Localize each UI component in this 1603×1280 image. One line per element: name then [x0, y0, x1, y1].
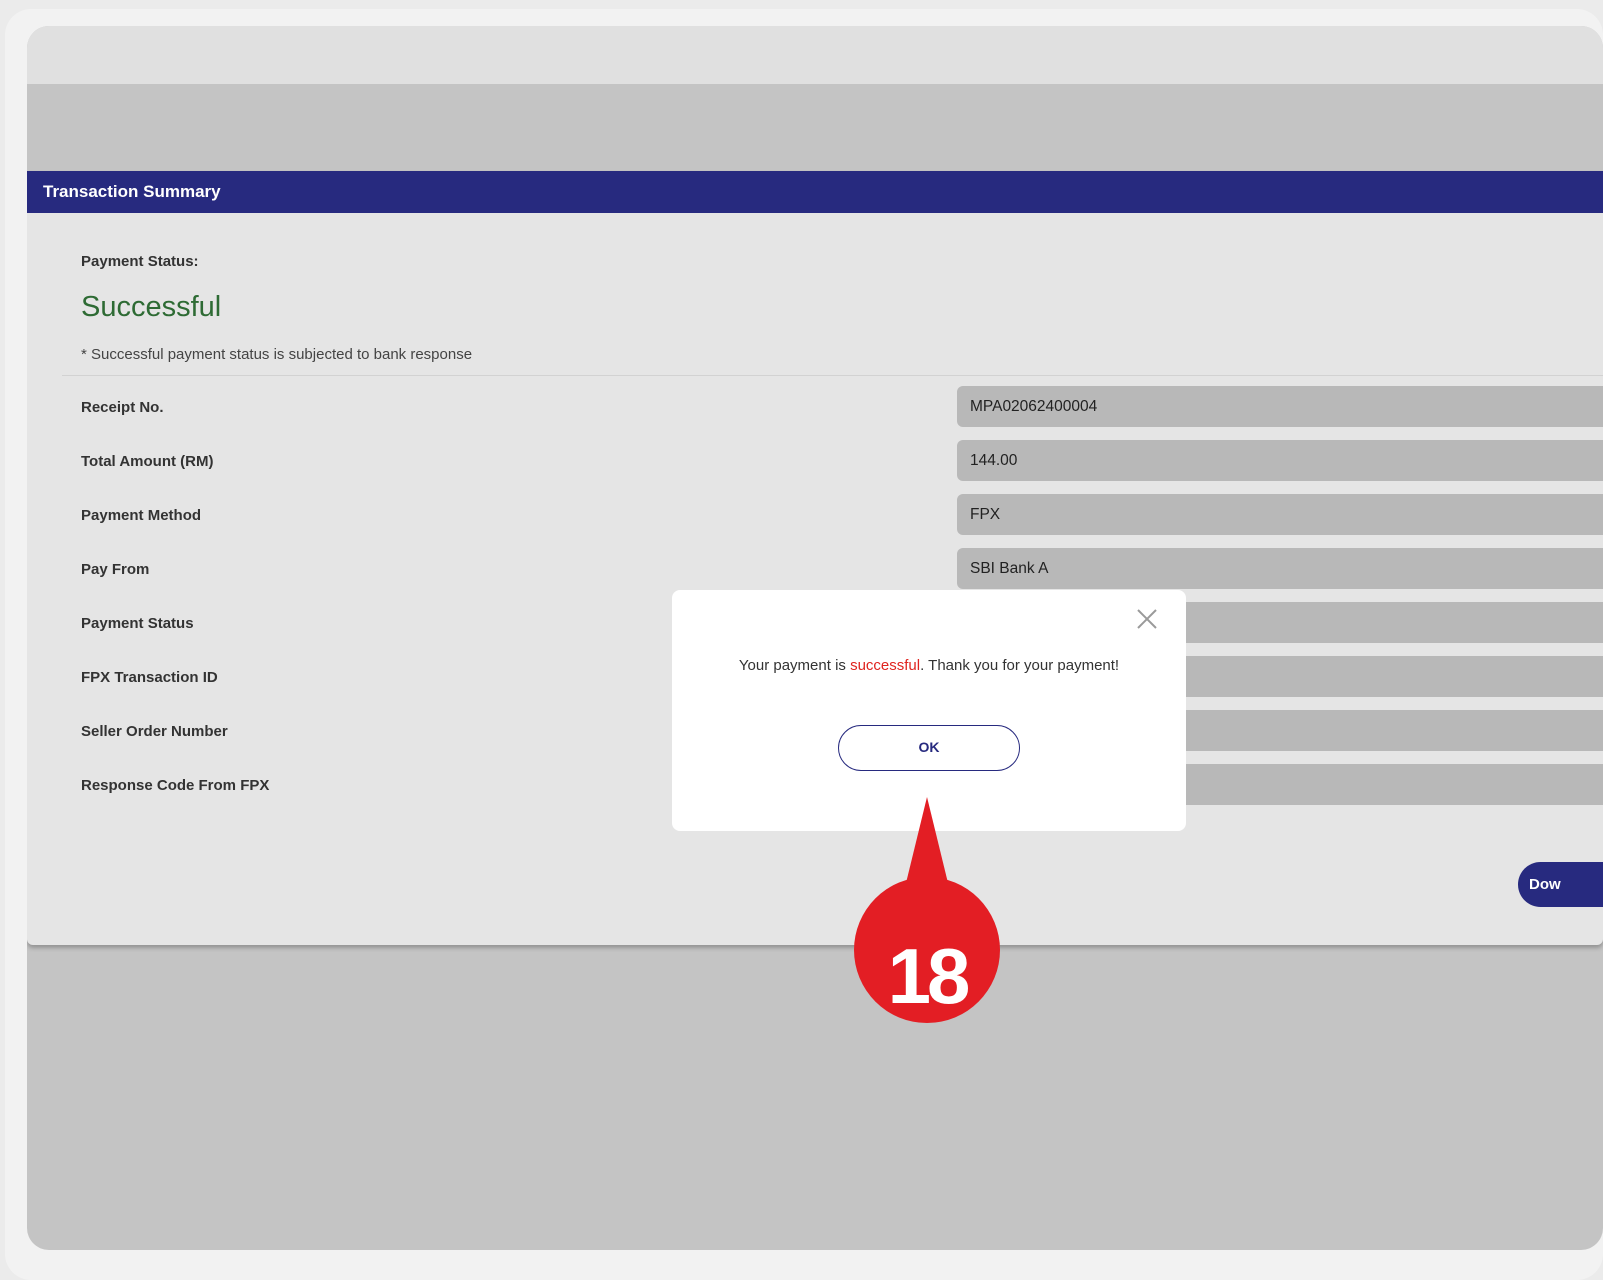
receipt-no-label: Receipt No.	[81, 399, 164, 416]
response-code-label: Response Code From FPX	[81, 777, 270, 794]
top-bar	[27, 26, 1603, 84]
ok-button[interactable]: OK	[838, 725, 1020, 771]
message-suffix: . Thank you for your payment!	[920, 657, 1120, 674]
payment-status-note: * Successful payment status is subjected…	[81, 346, 473, 363]
step-callout: 18	[850, 795, 1004, 1027]
message-highlight: successful	[850, 657, 921, 674]
payment-status-caption: Payment Status:	[81, 253, 199, 270]
payment-status-value: Successful	[81, 291, 222, 323]
message-prefix: Your payment is	[738, 657, 851, 674]
pay-from-label: Pay From	[81, 561, 150, 578]
fpx-transaction-id-label: FPX Transaction ID	[81, 669, 218, 686]
card-title: Transaction Summary	[43, 182, 221, 201]
payment-method-label: Payment Method	[81, 507, 202, 524]
step-number: 18	[887, 932, 971, 1020]
payment-status-label: Payment Status	[81, 615, 194, 632]
pay-from-field: SBI Bank A	[957, 548, 1603, 589]
receipt-no-field: MPA02062400004	[957, 386, 1603, 427]
card-header: Transaction Summary	[27, 171, 1603, 213]
dialog-message: Your payment is successful. Thank you fo…	[672, 657, 1186, 674]
divider	[62, 375, 1603, 376]
total-amount-field: 144.00	[957, 440, 1603, 481]
seller-order-number-label: Seller Order Number	[81, 723, 228, 740]
download-button[interactable]: Dow	[1518, 862, 1603, 907]
total-amount-label: Total Amount (RM)	[81, 453, 214, 470]
payment-method-field: FPX	[957, 494, 1603, 535]
close-icon[interactable]	[1135, 607, 1159, 631]
